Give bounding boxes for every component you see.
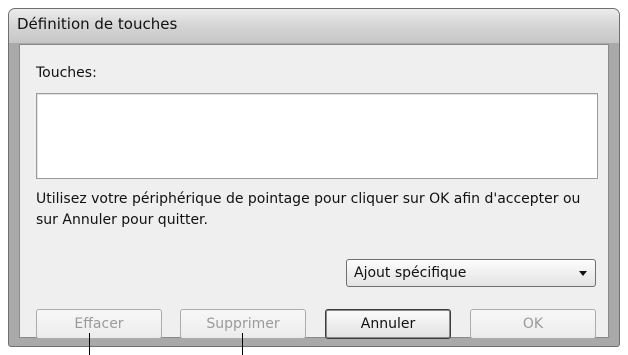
dialog-content: Touches: Utilisez votre périphérique de … xyxy=(19,44,609,339)
dialog-window: Définition de touches Touches: Utilisez … xyxy=(8,8,620,347)
clear-button[interactable]: Effacer xyxy=(36,309,162,339)
title-bar: Définition de touches xyxy=(9,9,619,43)
help-text: Utilisez votre périphérique de pointage … xyxy=(36,191,581,228)
callout-line-clear xyxy=(89,333,90,355)
window-title: Définition de touches xyxy=(17,15,178,33)
keys-input[interactable] xyxy=(36,93,598,179)
keys-label: Touches: xyxy=(36,65,97,81)
delete-button[interactable]: Supprimer xyxy=(180,309,306,339)
special-add-dropdown[interactable]: Ajout spécifique xyxy=(346,259,596,287)
chevron-down-icon[interactable] xyxy=(579,271,587,276)
cancel-button[interactable]: Annuler xyxy=(325,309,451,339)
callout-line-delete xyxy=(242,333,243,355)
dropdown-selected-value: Ajout spécifique xyxy=(354,265,467,281)
ok-button[interactable]: OK xyxy=(470,309,596,339)
